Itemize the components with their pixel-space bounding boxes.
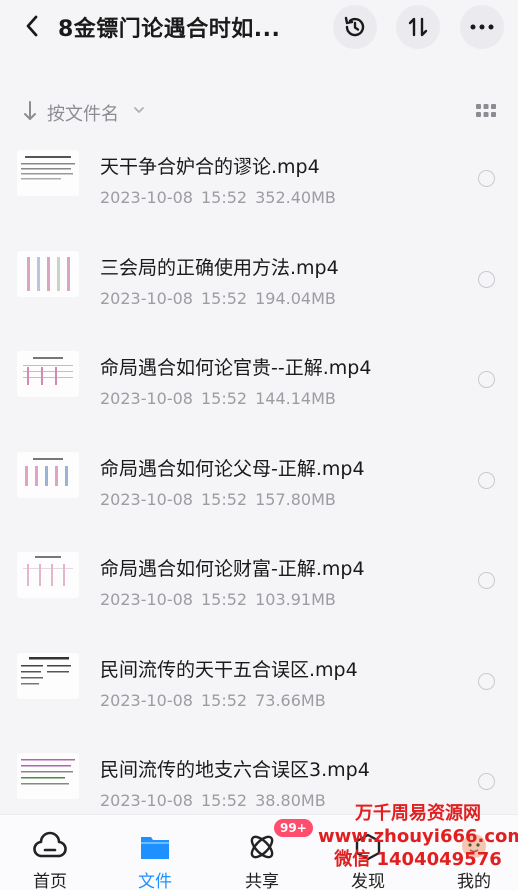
file-meta: 2023-10-08 15:52 352.40MB [100,188,336,207]
tab-files[interactable]: 文件 [105,815,205,890]
file-row[interactable]: 民间流传的天干五合误区.mp4 2023-10-08 15:52 73.66MB [0,639,518,740]
video-thumbnail [17,351,79,397]
file-name: 命局遇合如何论财富-正解.mp4 [100,558,365,580]
select-radio[interactable] [478,672,495,690]
bottom-tab-bar: 首页 文件 99+ 共享 发现 我的 [0,814,518,890]
file-row[interactable]: 命局遇合如何论官贵--正解.mp4 2023-10-08 15:52 144.14M… [0,337,518,438]
file-meta: 2023-10-08 15:52 38.80MB [100,791,326,810]
tab-share[interactable]: 99+ 共享 [212,815,313,890]
tab-home-label: 首页 [33,872,67,890]
folder-icon [141,837,169,859]
file-name: 命局遇合如何论父母-正解.mp4 [100,457,365,480]
file-name: 命局遇合如何论官贵--正解.mp4 [100,357,372,379]
file-row[interactable]: 命局遇合如何论父母-正解.mp4 2023-10-08 15:52 157.80MB [0,438,518,539]
tab-mine[interactable]: 我的 [424,815,518,890]
file-meta: 2023-10-08 15:52 73.66MB [100,690,326,710]
sort-toggle-icon [408,17,428,37]
video-thumbnail [17,250,79,297]
sort-order-button[interactable] [396,5,440,49]
video-thumbnail [17,753,79,799]
avatar-icon [462,834,486,858]
arrow-down-icon[interactable] [22,100,38,122]
tab-files-label: 文件 [138,872,172,890]
top-bar: 8金镖门论遇合时如... [0,0,518,56]
grid-view-icon[interactable] [475,102,497,120]
file-meta: 2023-10-08 15:52 144.14MB [100,389,336,408]
tab-home[interactable]: 首页 [0,815,100,890]
tab-discover-label: 发现 [351,872,385,890]
cloud-home-icon [33,831,67,858]
file-name: 三会局的正确使用方法.mp4 [100,256,339,279]
tab-share-label: 共享 [245,872,279,890]
tab-mine-label: 我的 [457,872,491,890]
video-thumbnail [17,150,79,196]
file-meta: 2023-10-08 15:52 103.91MB [100,590,336,609]
more-button[interactable] [460,5,504,49]
video-thumbnail [17,652,79,699]
more-dots-icon [470,24,494,30]
file-meta: 2023-10-08 15:52 194.04MB [100,288,336,308]
atom-share-icon [250,835,274,859]
video-thumbnail [17,451,79,498]
tab-discover[interactable]: 发现 [318,815,418,890]
select-radio[interactable] [478,170,495,187]
history-button[interactable] [333,5,377,49]
share-count-badge: 99+ [274,819,313,837]
file-row[interactable]: 天干争合妒合的谬论.mp4 2023-10-08 15:52 352.40MB [0,136,518,237]
chevron-down-icon[interactable] [132,103,146,117]
sort-by-name-dropdown[interactable]: 按文件名 [47,100,119,126]
file-meta: 2023-10-08 15:52 157.80MB [100,489,336,509]
sort-bar: 按文件名 [0,92,518,130]
back-button[interactable] [18,12,46,40]
file-name: 天干争合妒合的谬论.mp4 [100,156,320,178]
file-row[interactable]: 命局遇合如何论财富-正解.mp4 2023-10-08 15:52 103.91MB [0,538,518,639]
page-title: 8金镖门论遇合时如... [58,17,281,42]
file-name: 民间流传的天干五合误区.mp4 [100,658,358,681]
select-radio[interactable] [478,270,495,288]
chevron-left-icon [26,15,38,37]
select-radio[interactable] [478,471,495,489]
file-row[interactable]: 三会局的正确使用方法.mp4 2023-10-08 15:52 194.04MB [0,237,518,338]
video-thumbnail [17,552,79,598]
file-list: 天干争合妒合的谬论.mp4 2023-10-08 15:52 352.40MB 三会… [0,136,518,840]
file-name: 民间流传的地支六合误区3.mp4 [100,759,370,781]
history-icon [344,16,365,37]
discover-cube-icon [355,833,381,861]
select-radio[interactable] [478,773,495,790]
select-radio[interactable] [478,371,495,388]
select-radio[interactable] [478,572,495,589]
